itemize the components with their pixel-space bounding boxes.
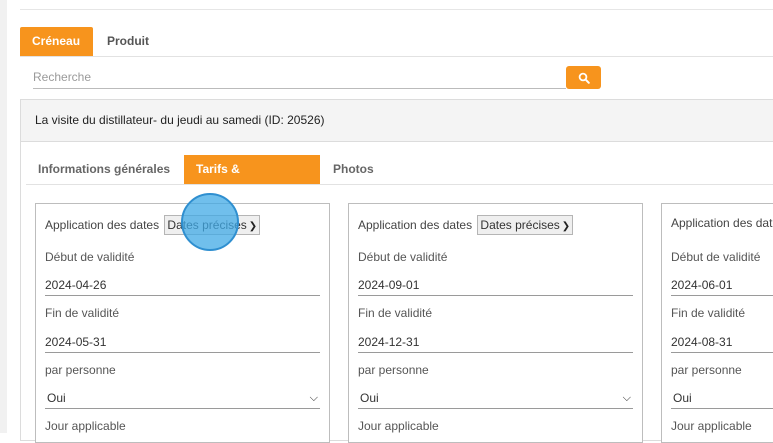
left-edge-strip bbox=[0, 0, 7, 433]
per-person-select[interactable]: Oui ⌵ bbox=[45, 387, 320, 409]
day-label: Jour applicable bbox=[45, 419, 126, 433]
search-input[interactable] bbox=[33, 66, 566, 89]
chevron-down-icon: ❯ bbox=[248, 221, 258, 232]
end-date-field[interactable]: 2024-05-31 bbox=[45, 332, 320, 353]
end-date-field[interactable]: 2024-12-31 bbox=[358, 332, 633, 353]
per-person-label: par personne bbox=[45, 363, 116, 377]
application-label: Application des dates bbox=[45, 218, 160, 232]
search-icon bbox=[578, 72, 590, 84]
chevron-down-icon: ⌵ bbox=[622, 392, 631, 404]
day-label: Jour applicable bbox=[671, 419, 752, 433]
application-label: Application des dates bbox=[358, 218, 473, 232]
product-title: La visite du distillateur- du jeudi au s… bbox=[21, 100, 773, 142]
tab-tarifs-restrictions[interactable]: Tarifs & restrictions bbox=[184, 155, 320, 204]
per-person-select[interactable]: Oui bbox=[671, 387, 773, 409]
start-label: Début de validité bbox=[358, 250, 448, 264]
sub-tabs: Informations générales Tarifs & restrict… bbox=[26, 155, 773, 204]
application-select-value: Dates précises bbox=[480, 218, 560, 232]
application-label: Application des dat bbox=[671, 215, 773, 230]
period-card: Application des dates Dates précises❯ Dé… bbox=[348, 203, 643, 443]
main-tabs: Créneau Produit bbox=[20, 27, 773, 57]
start-label: Début de validité bbox=[45, 250, 135, 264]
tab-produit[interactable]: Produit bbox=[95, 27, 161, 56]
day-label: Jour applicable bbox=[358, 419, 439, 433]
per-person-value: Oui bbox=[360, 391, 379, 405]
end-label: Fin de validité bbox=[671, 306, 746, 320]
per-person-label: par personne bbox=[671, 363, 742, 377]
tab-informations-generales[interactable]: Informations générales bbox=[26, 155, 182, 184]
end-date-field[interactable]: 2024-08-31 bbox=[671, 332, 773, 353]
click-indicator bbox=[181, 193, 239, 251]
top-divider bbox=[20, 9, 773, 10]
period-card: Application des dates Dates précises❯ Dé… bbox=[35, 203, 330, 443]
start-date-field[interactable]: 2024-06-01 bbox=[671, 275, 773, 296]
end-label: Fin de validité bbox=[358, 306, 433, 320]
period-card: Application des dat Début de validité 20… bbox=[661, 203, 773, 443]
search-button[interactable] bbox=[566, 66, 601, 89]
tab-photos[interactable]: Photos bbox=[321, 155, 386, 184]
start-label: Début de validité bbox=[671, 250, 761, 264]
application-row: Application des dates Dates précises❯ bbox=[358, 215, 574, 235]
per-person-value: Oui bbox=[47, 391, 66, 405]
start-date-field[interactable]: 2024-04-26 bbox=[45, 275, 320, 296]
application-row: Application des dat bbox=[671, 215, 772, 230]
chevron-down-icon: ❯ bbox=[561, 221, 571, 232]
end-label: Fin de validité bbox=[45, 306, 120, 320]
application-select[interactable]: Dates précises❯ bbox=[477, 215, 574, 235]
start-date-field[interactable]: 2024-09-01 bbox=[358, 275, 633, 296]
per-person-select[interactable]: Oui ⌵ bbox=[358, 387, 633, 409]
tab-creneau[interactable]: Créneau bbox=[20, 27, 93, 56]
chevron-down-icon: ⌵ bbox=[309, 392, 318, 404]
per-person-label: par personne bbox=[358, 363, 429, 377]
per-person-value: Oui bbox=[673, 391, 692, 405]
